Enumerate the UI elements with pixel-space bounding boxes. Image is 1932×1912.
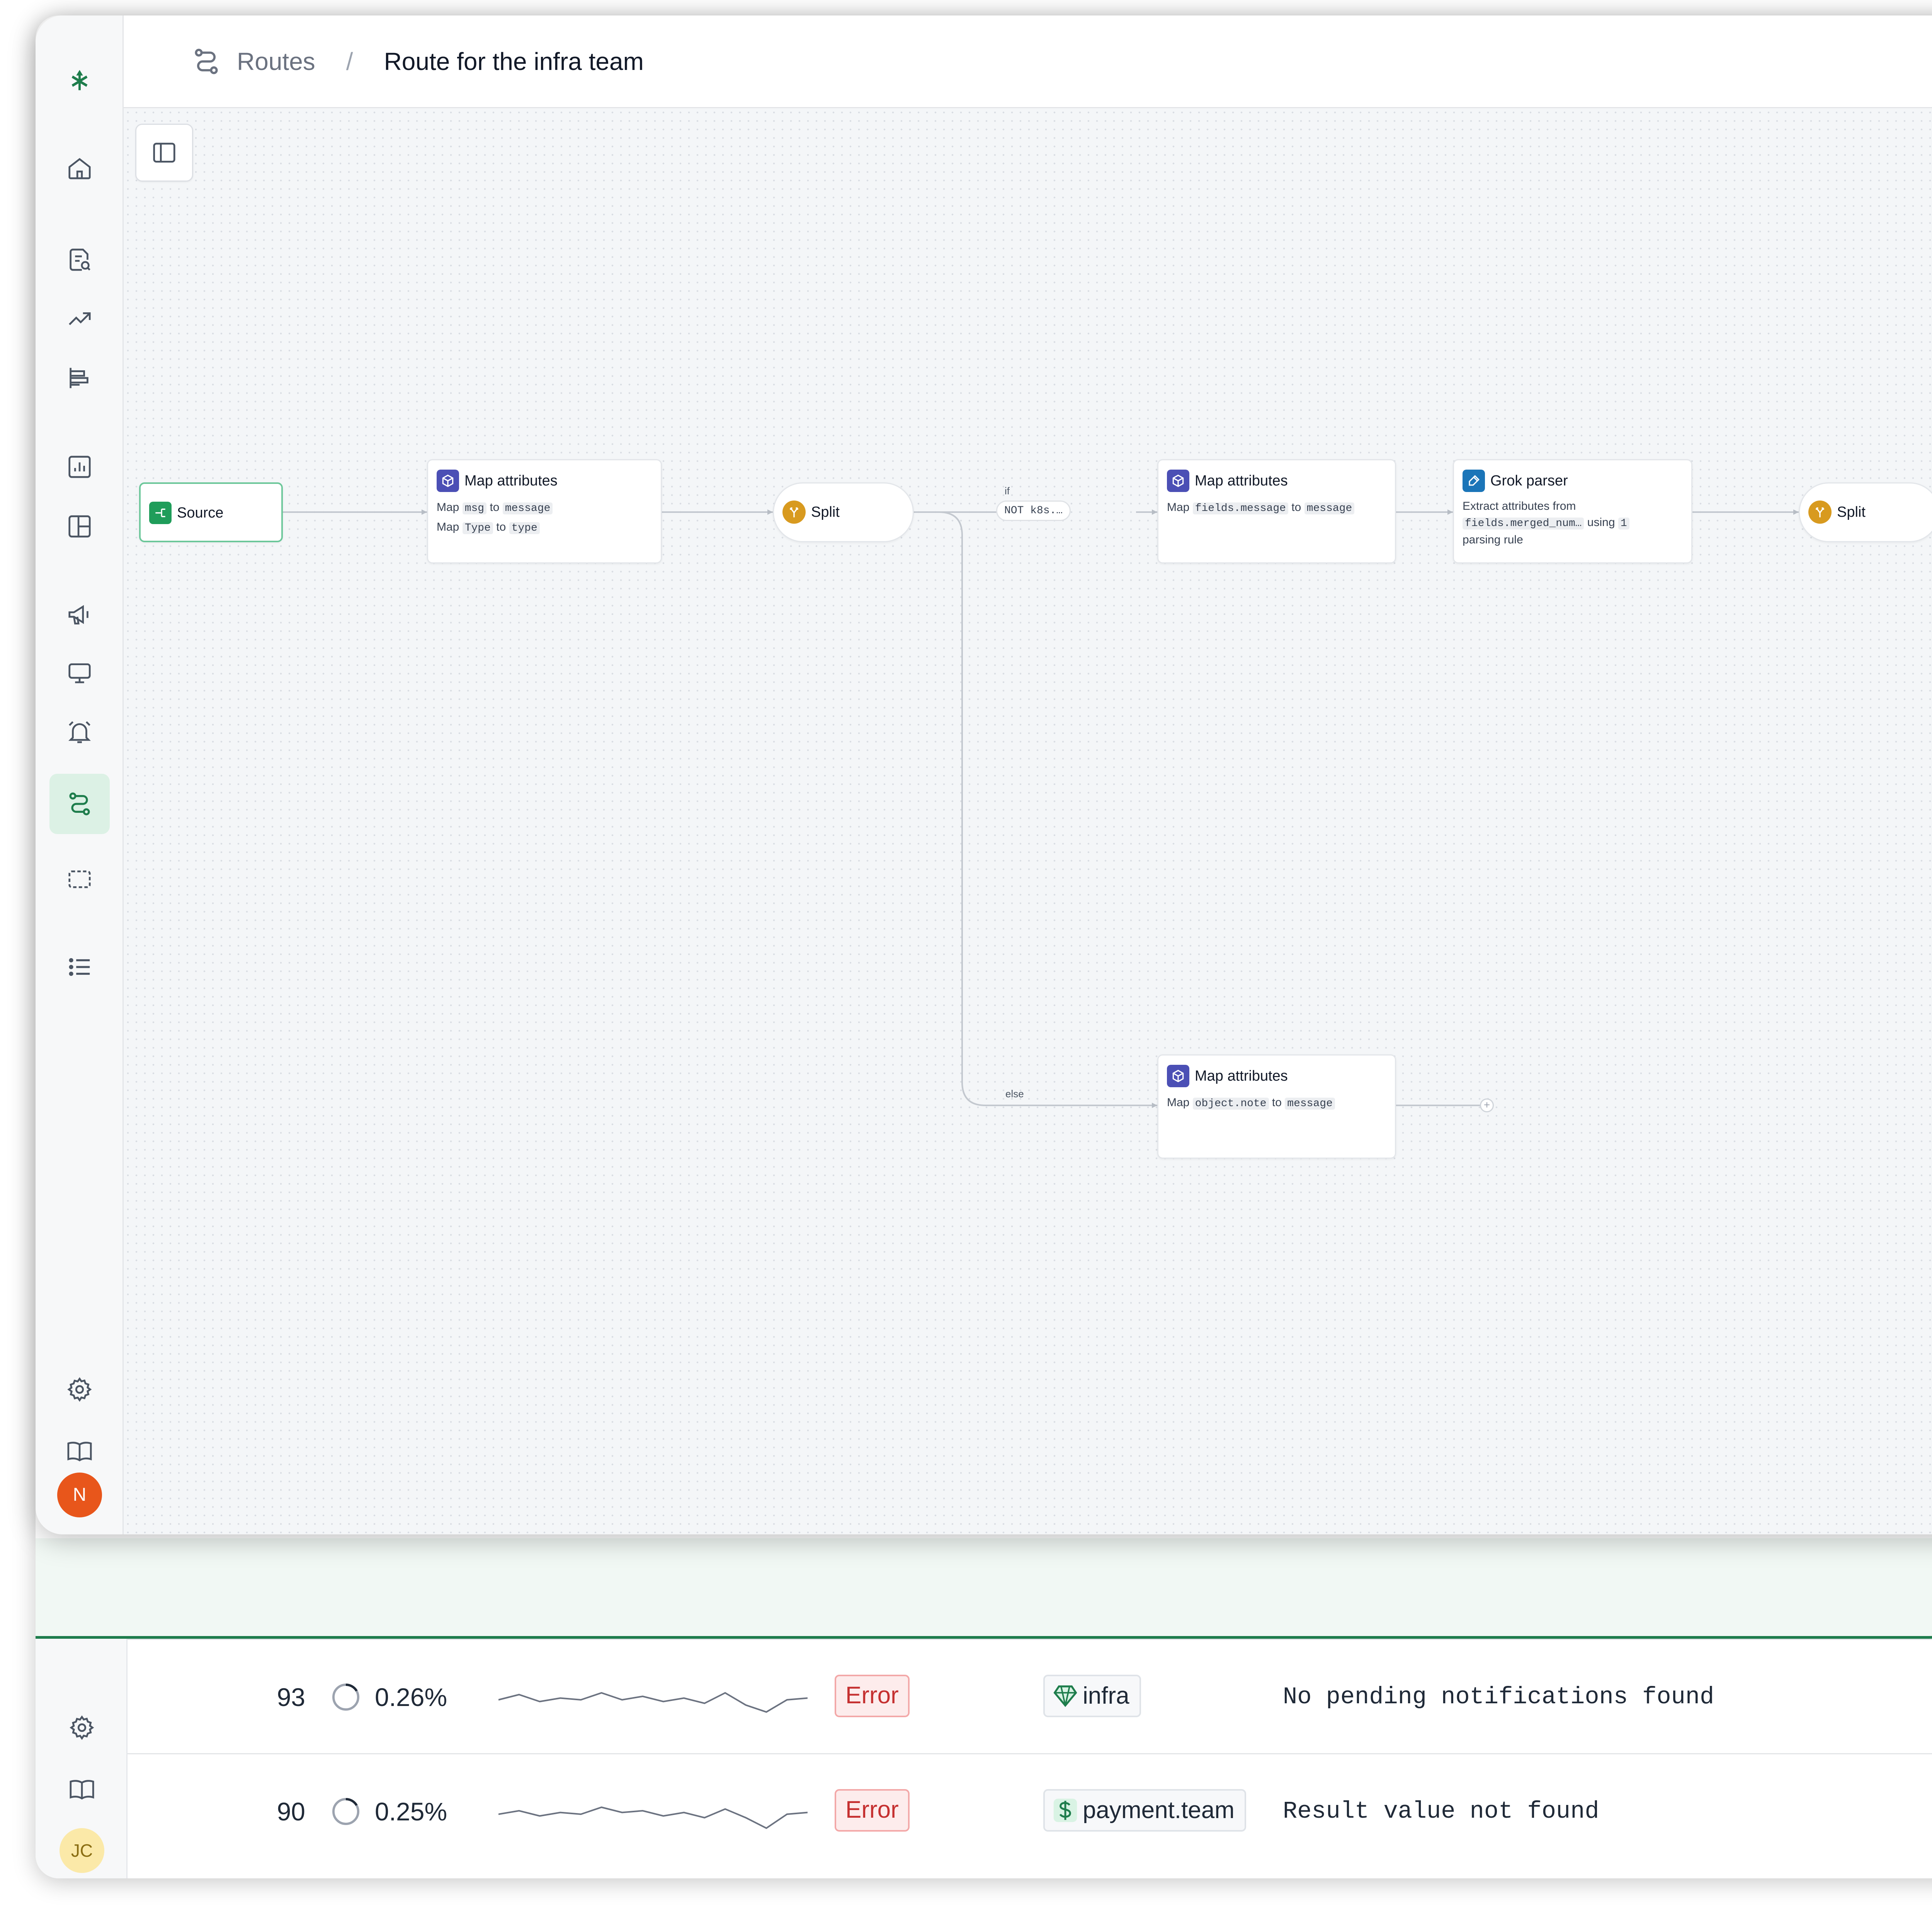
node-text: Extract attributes from (1463, 500, 1576, 512)
source-icon (149, 502, 172, 524)
split-label: Split (811, 504, 840, 520)
node-text: to (496, 521, 506, 533)
node-text: to (1272, 1096, 1282, 1109)
field-code: object.note (1192, 1098, 1269, 1110)
logs-search-icon[interactable] (60, 240, 99, 279)
grok-parser-icon (1463, 470, 1485, 492)
dollar-icon (1053, 1798, 1077, 1822)
alerts-icon[interactable] (60, 713, 99, 751)
if-label: if (1005, 485, 1010, 497)
row-percent: 0.25% (375, 1797, 447, 1826)
route-editor-window: N Routes / Route for the infra team Sour… (36, 15, 1932, 1534)
map-attributes-node[interactable]: Map attributes Map fields.message to mes… (1157, 459, 1396, 564)
user-avatar[interactable]: JC (60, 1828, 104, 1873)
node-text: using (1587, 516, 1615, 529)
edge-split1-else (914, 511, 1157, 1106)
sparkline (498, 1806, 808, 1829)
team-name: payment.team (1083, 1797, 1235, 1823)
sparkline (498, 1692, 808, 1713)
page-title: Route for the infra team (384, 48, 644, 75)
table-row[interactable]: 93 0.26% Error infra No pending notifica… (128, 1639, 1932, 1753)
field-code: fields.message (1192, 502, 1288, 514)
field-code: message (1304, 502, 1355, 514)
background-sidebar: JC (36, 1639, 128, 1878)
field-code: type (509, 522, 540, 534)
sidebar: N (36, 15, 124, 1534)
node-text: Map (437, 501, 459, 514)
team-tag[interactable]: payment.team (1043, 1789, 1246, 1832)
progress-ring-icon (332, 1683, 359, 1711)
row-count: 90 (277, 1797, 305, 1826)
split-label: Split (1837, 504, 1866, 520)
field-code: Type (462, 522, 493, 534)
rule-count: 1 (1618, 518, 1629, 530)
table-row[interactable]: 90 0.25% Error payment.team Result value… (128, 1753, 1932, 1868)
split-icon (1808, 501, 1832, 524)
node-title: Grok parser (1490, 472, 1568, 489)
split-node[interactable]: Split (773, 482, 914, 542)
map-attributes-icon (1167, 470, 1189, 492)
list-icon[interactable] (60, 948, 99, 986)
screenshot-icon[interactable] (60, 860, 99, 899)
home-icon[interactable] (60, 149, 99, 187)
node-text: to (1291, 501, 1301, 514)
map-attributes-icon (437, 470, 459, 492)
announcement-icon[interactable] (60, 595, 99, 634)
breadcrumb-separator: / (346, 48, 353, 75)
split-node[interactable]: Split (1799, 482, 1932, 542)
condition-pill[interactable]: NOT k8s.… (996, 501, 1071, 521)
row-percent: 0.26% (375, 1683, 447, 1711)
map-attributes-node[interactable]: Map attributes Map msg to message Map Ty… (427, 459, 662, 564)
background-window-header (36, 1538, 1932, 1639)
flow-edges (283, 509, 1799, 1108)
logo-icon[interactable] (60, 62, 99, 100)
row-message: Result value not found (1283, 1798, 1599, 1825)
team-tag[interactable]: infra (1043, 1675, 1141, 1717)
field-code: msg (462, 502, 487, 514)
docs-icon[interactable] (63, 1770, 101, 1809)
flow-canvas[interactable]: Source Map attributes Map msg to message… (124, 108, 1932, 1534)
grok-parser-node[interactable]: Grok parser Extract attributes from fiel… (1453, 459, 1692, 564)
breadcrumb: Routes / Route for the infra team (191, 46, 644, 77)
map-attributes-icon (1167, 1065, 1189, 1087)
settings-icon[interactable] (63, 1708, 101, 1747)
progress-ring-icon (332, 1798, 359, 1825)
status-badge: Error (835, 1789, 910, 1832)
node-text: Map (1167, 1096, 1190, 1109)
docs-icon[interactable] (60, 1432, 99, 1471)
else-label: else (1005, 1088, 1024, 1100)
add-step-button[interactable]: + (1480, 1098, 1494, 1112)
settings-icon[interactable] (60, 1370, 99, 1409)
breadcrumb-routes-link[interactable]: Routes (237, 47, 315, 76)
source-label: Source (177, 504, 224, 521)
node-text: Map (1167, 501, 1190, 514)
reports-icon[interactable] (60, 359, 99, 397)
node-text: to (490, 501, 500, 514)
node-text: Map (437, 521, 459, 533)
split-icon (782, 501, 806, 524)
field-code: message (502, 502, 553, 514)
row-message: No pending notifications found (1283, 1683, 1714, 1711)
node-title: Map attributes (1195, 472, 1288, 489)
field-code: fields.merged_num… (1463, 518, 1584, 530)
gem-icon (1053, 1685, 1077, 1707)
node-text: parsing rule (1463, 533, 1523, 546)
routes-icon (195, 49, 218, 74)
row-count: 93 (277, 1683, 305, 1711)
map-attributes-node[interactable]: Map attributes Map object.note to messag… (1157, 1054, 1396, 1159)
user-avatar[interactable]: N (57, 1473, 102, 1517)
node-title: Map attributes (464, 472, 558, 489)
routes-icon[interactable] (49, 774, 110, 834)
dashboard-icon[interactable] (60, 507, 99, 546)
node-title: Map attributes (1195, 1068, 1288, 1084)
monitor-icon[interactable] (60, 654, 99, 693)
team-name: infra (1083, 1682, 1129, 1709)
trending-icon[interactable] (60, 300, 99, 338)
header: Routes / Route for the infra team (124, 15, 1932, 108)
source-node[interactable]: Source (139, 482, 283, 542)
analytics-icon[interactable] (60, 448, 99, 486)
field-code: message (1285, 1098, 1335, 1110)
status-badge: Error (835, 1675, 910, 1717)
